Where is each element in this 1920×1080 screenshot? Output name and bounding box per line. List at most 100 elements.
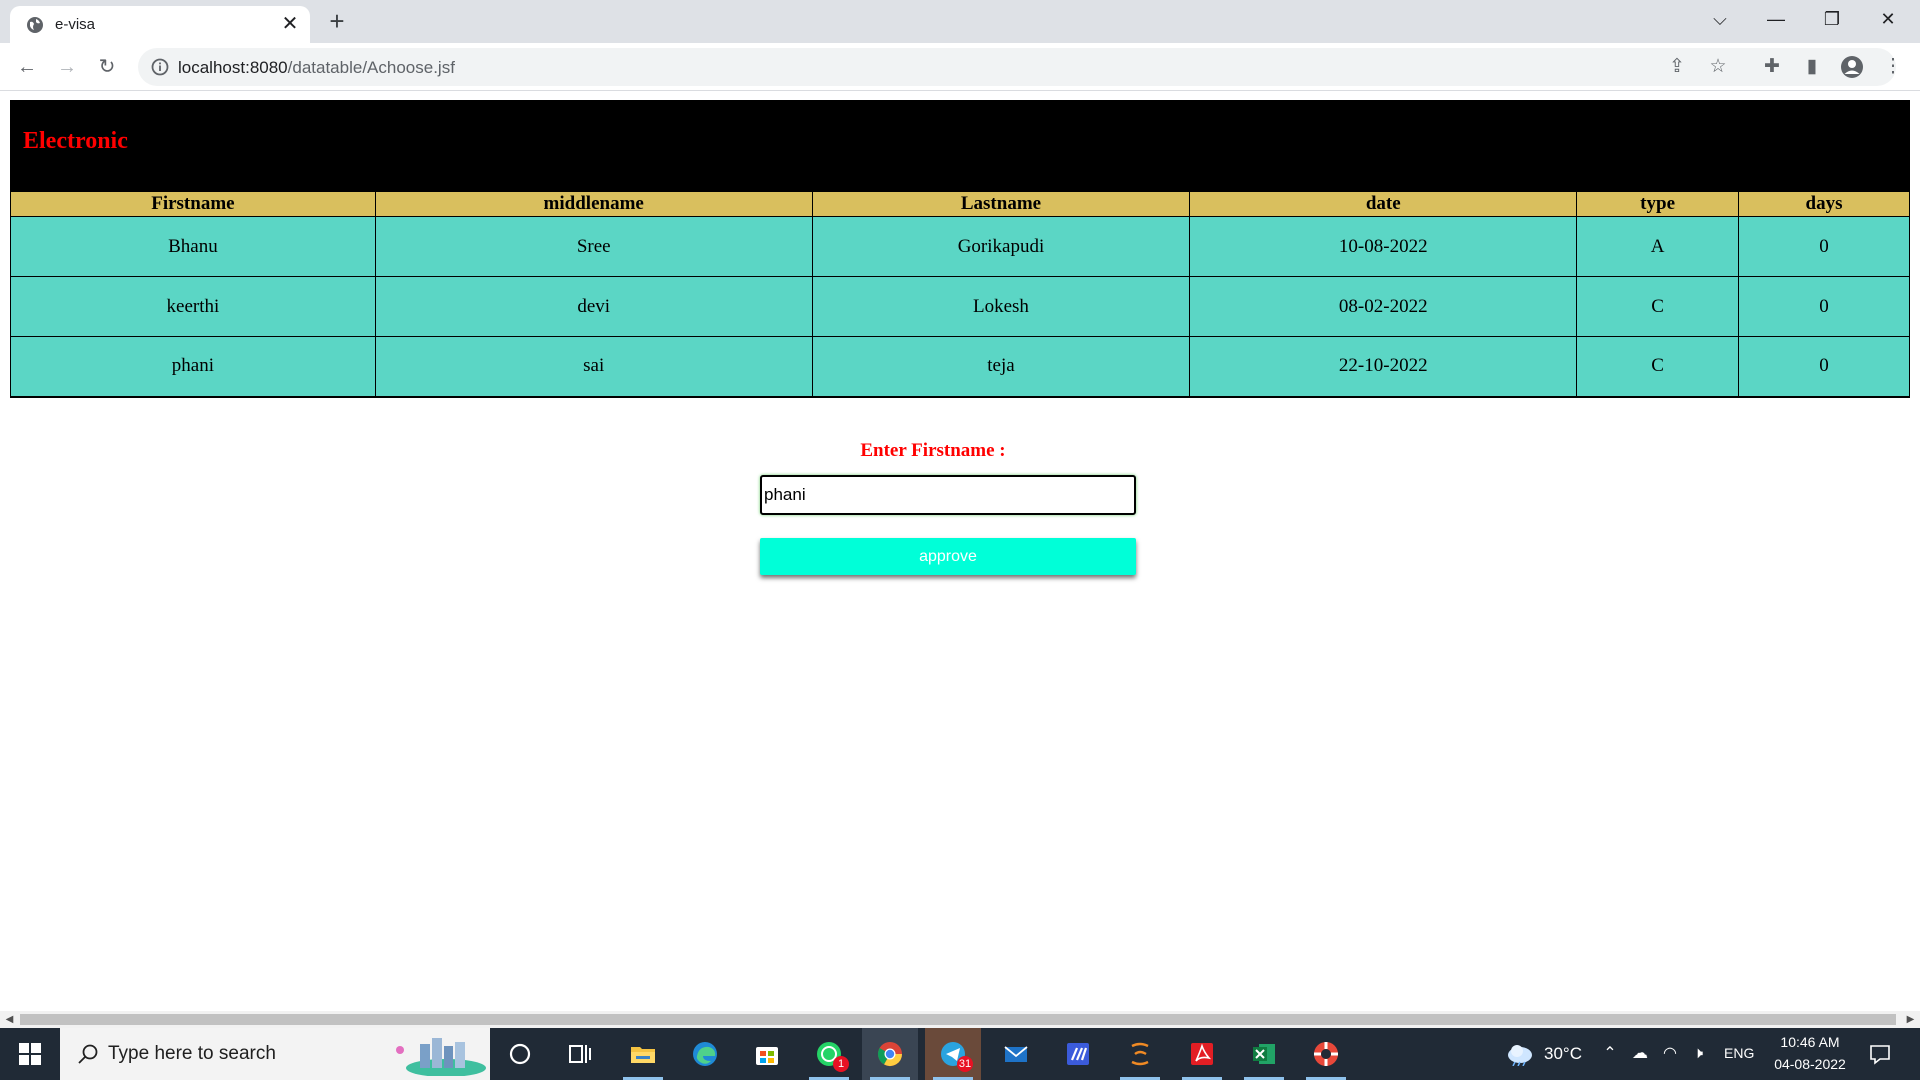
- clock-time[interactable]: 10:46 AM: [1775, 1034, 1845, 1050]
- cell-date: 22-10-2022: [1189, 336, 1578, 398]
- header-banner: Electronic: [10, 100, 1910, 191]
- clock-date[interactable]: 04-08-2022: [1770, 1056, 1850, 1072]
- tab-title: e-visa: [55, 16, 96, 33]
- url-path: /datatable/Achoose.jsf: [287, 58, 455, 77]
- cell-type: A: [1576, 216, 1740, 277]
- column-header-date: date: [1189, 191, 1578, 217]
- weather-cloud-icon[interactable]: [1505, 1042, 1535, 1066]
- firstname-label: Enter Firstname :: [860, 440, 1006, 461]
- taskbar-edge[interactable]: [677, 1028, 733, 1080]
- close-window-icon[interactable]: ✕: [1860, 0, 1916, 40]
- cell-type: C: [1576, 336, 1740, 398]
- column-header-days: days: [1738, 191, 1910, 217]
- windows-logo-icon: [19, 1043, 41, 1065]
- scrollbar-thumb[interactable]: [20, 1014, 1896, 1025]
- taskbar-search-box[interactable]: Type here to search: [60, 1028, 490, 1080]
- taskbar-acrobat[interactable]: [1174, 1028, 1230, 1080]
- scroll-left-arrow-icon[interactable]: ◀: [2, 1012, 17, 1027]
- cell-days: 0: [1738, 216, 1910, 277]
- lifebuoy-icon: [1314, 1042, 1338, 1066]
- side-panel-icon[interactable]: ▮: [1797, 52, 1827, 82]
- cell-firstname: Bhanu: [10, 216, 376, 277]
- share-icon[interactable]: ⇪: [1662, 52, 1692, 82]
- search-placeholder: Type here to search: [108, 1043, 276, 1064]
- speaker-muted-icon[interactable]: 🕨: [1688, 1044, 1708, 1064]
- back-icon[interactable]: ←: [11, 51, 43, 83]
- taskbar-excel[interactable]: [1236, 1028, 1292, 1080]
- url-host: localhost:8080: [178, 58, 288, 77]
- browser-tab[interactable]: e-visa ✕: [10, 6, 310, 43]
- minimize-icon[interactable]: —: [1748, 0, 1804, 40]
- cell-days: 0: [1738, 336, 1910, 398]
- table-row: keerthi devi Lokesh 08-02-2022 C 0: [10, 276, 1910, 337]
- profile-avatar-icon[interactable]: [1837, 52, 1867, 82]
- browser-tab-strip: e-visa ✕ + ⌵ — ❐ ✕: [0, 0, 1920, 43]
- column-header-lastname: Lastname: [811, 191, 1191, 217]
- banner-title: Electronic: [23, 128, 128, 154]
- column-header-firstname: Firstname: [10, 191, 376, 217]
- applicants-table: Firstname middlename Lastname date type …: [10, 191, 1910, 398]
- globe-icon: [27, 17, 43, 33]
- url-text: localhost:8080/datatable/Achoose.jsf: [178, 58, 455, 78]
- bookmark-star-icon[interactable]: ☆: [1703, 52, 1733, 82]
- firstname-input[interactable]: [760, 475, 1136, 515]
- taskbar-mail[interactable]: [988, 1028, 1044, 1080]
- eclipse-icon: [1131, 1042, 1149, 1066]
- menu-kebab-icon[interactable]: ⋮: [1878, 52, 1908, 82]
- taskbar-whatsapp[interactable]: 1: [801, 1028, 857, 1080]
- cell-middlename: Sree: [374, 216, 813, 277]
- horizontal-scrollbar[interactable]: ◀ ▶: [0, 1011, 1920, 1028]
- task-view-icon: [569, 1045, 591, 1063]
- store-icon: [756, 1047, 778, 1065]
- cell-lastname: Lokesh: [811, 276, 1191, 337]
- cell-firstname: keerthi: [10, 276, 376, 337]
- temperature-text[interactable]: 30°C: [1544, 1044, 1582, 1064]
- address-bar[interactable]: localhost:8080/datatable/Achoose.jsf ⇪ ☆: [138, 48, 1896, 86]
- excel-icon: [1253, 1044, 1275, 1064]
- reload-icon[interactable]: ↻: [91, 51, 123, 83]
- language-indicator[interactable]: ENG: [1724, 1045, 1754, 1061]
- cell-firstname: phani: [10, 336, 376, 398]
- folder-icon: [631, 1047, 655, 1063]
- table-header-row: Firstname middlename Lastname date type …: [10, 191, 1910, 217]
- cell-date: 08-02-2022: [1189, 276, 1578, 337]
- cell-middlename: devi: [374, 276, 813, 337]
- cell-days: 0: [1738, 276, 1910, 337]
- scroll-right-arrow-icon[interactable]: ▶: [1903, 1012, 1918, 1027]
- table-row: Bhanu Sree Gorikapudi 10-08-2022 A 0: [10, 216, 1910, 277]
- taskbar-chrome[interactable]: [862, 1028, 918, 1080]
- show-hidden-icons-chevron-icon[interactable]: ⌃: [1600, 1044, 1620, 1064]
- cell-middlename: sai: [374, 336, 813, 398]
- taskbar-help-app[interactable]: [1298, 1028, 1354, 1080]
- forward-icon[interactable]: →: [51, 51, 83, 83]
- restore-icon[interactable]: ❐: [1804, 0, 1860, 40]
- code-app-icon: [1067, 1043, 1089, 1065]
- extensions-icon[interactable]: ✚: [1757, 52, 1787, 82]
- tab-search-chevron-icon[interactable]: ⌵: [1692, 0, 1748, 40]
- taskbar-dev-app[interactable]: [1050, 1028, 1106, 1080]
- column-header-middlename: middlename: [374, 191, 813, 217]
- taskbar-telegram[interactable]: 31: [925, 1028, 981, 1080]
- wifi-icon[interactable]: ◠: [1660, 1044, 1680, 1064]
- taskbar-store[interactable]: [739, 1028, 795, 1080]
- approve-button[interactable]: approve: [760, 538, 1136, 575]
- cortana-circle-icon: [509, 1043, 531, 1065]
- cell-type: C: [1576, 276, 1740, 337]
- onedrive-cloud-icon[interactable]: ☁: [1630, 1044, 1650, 1064]
- table-row: phani sai teja 22-10-2022 C 0: [10, 336, 1910, 398]
- search-highlight-art-icon: [396, 1038, 486, 1076]
- page-content: Electronic Firstname middlename Lastname…: [0, 92, 1920, 1012]
- notification-center-icon[interactable]: [1868, 1042, 1892, 1066]
- start-button[interactable]: [0, 1028, 58, 1080]
- taskbar-cortana[interactable]: [492, 1028, 548, 1080]
- whatsapp-badge: 1: [833, 1056, 849, 1072]
- taskbar-file-explorer[interactable]: [615, 1028, 671, 1080]
- cell-date: 10-08-2022: [1189, 216, 1578, 277]
- new-tab-icon[interactable]: +: [322, 7, 352, 37]
- site-info-icon[interactable]: [150, 57, 170, 77]
- windows-taskbar: Type here to search 1 31 30°C ⌃ ☁ ◠ 🕨 EN…: [0, 1028, 1920, 1080]
- taskbar-eclipse[interactable]: [1112, 1028, 1168, 1080]
- close-tab-icon[interactable]: ✕: [278, 12, 302, 36]
- cell-lastname: teja: [811, 336, 1191, 398]
- taskbar-task-view[interactable]: [552, 1028, 608, 1080]
